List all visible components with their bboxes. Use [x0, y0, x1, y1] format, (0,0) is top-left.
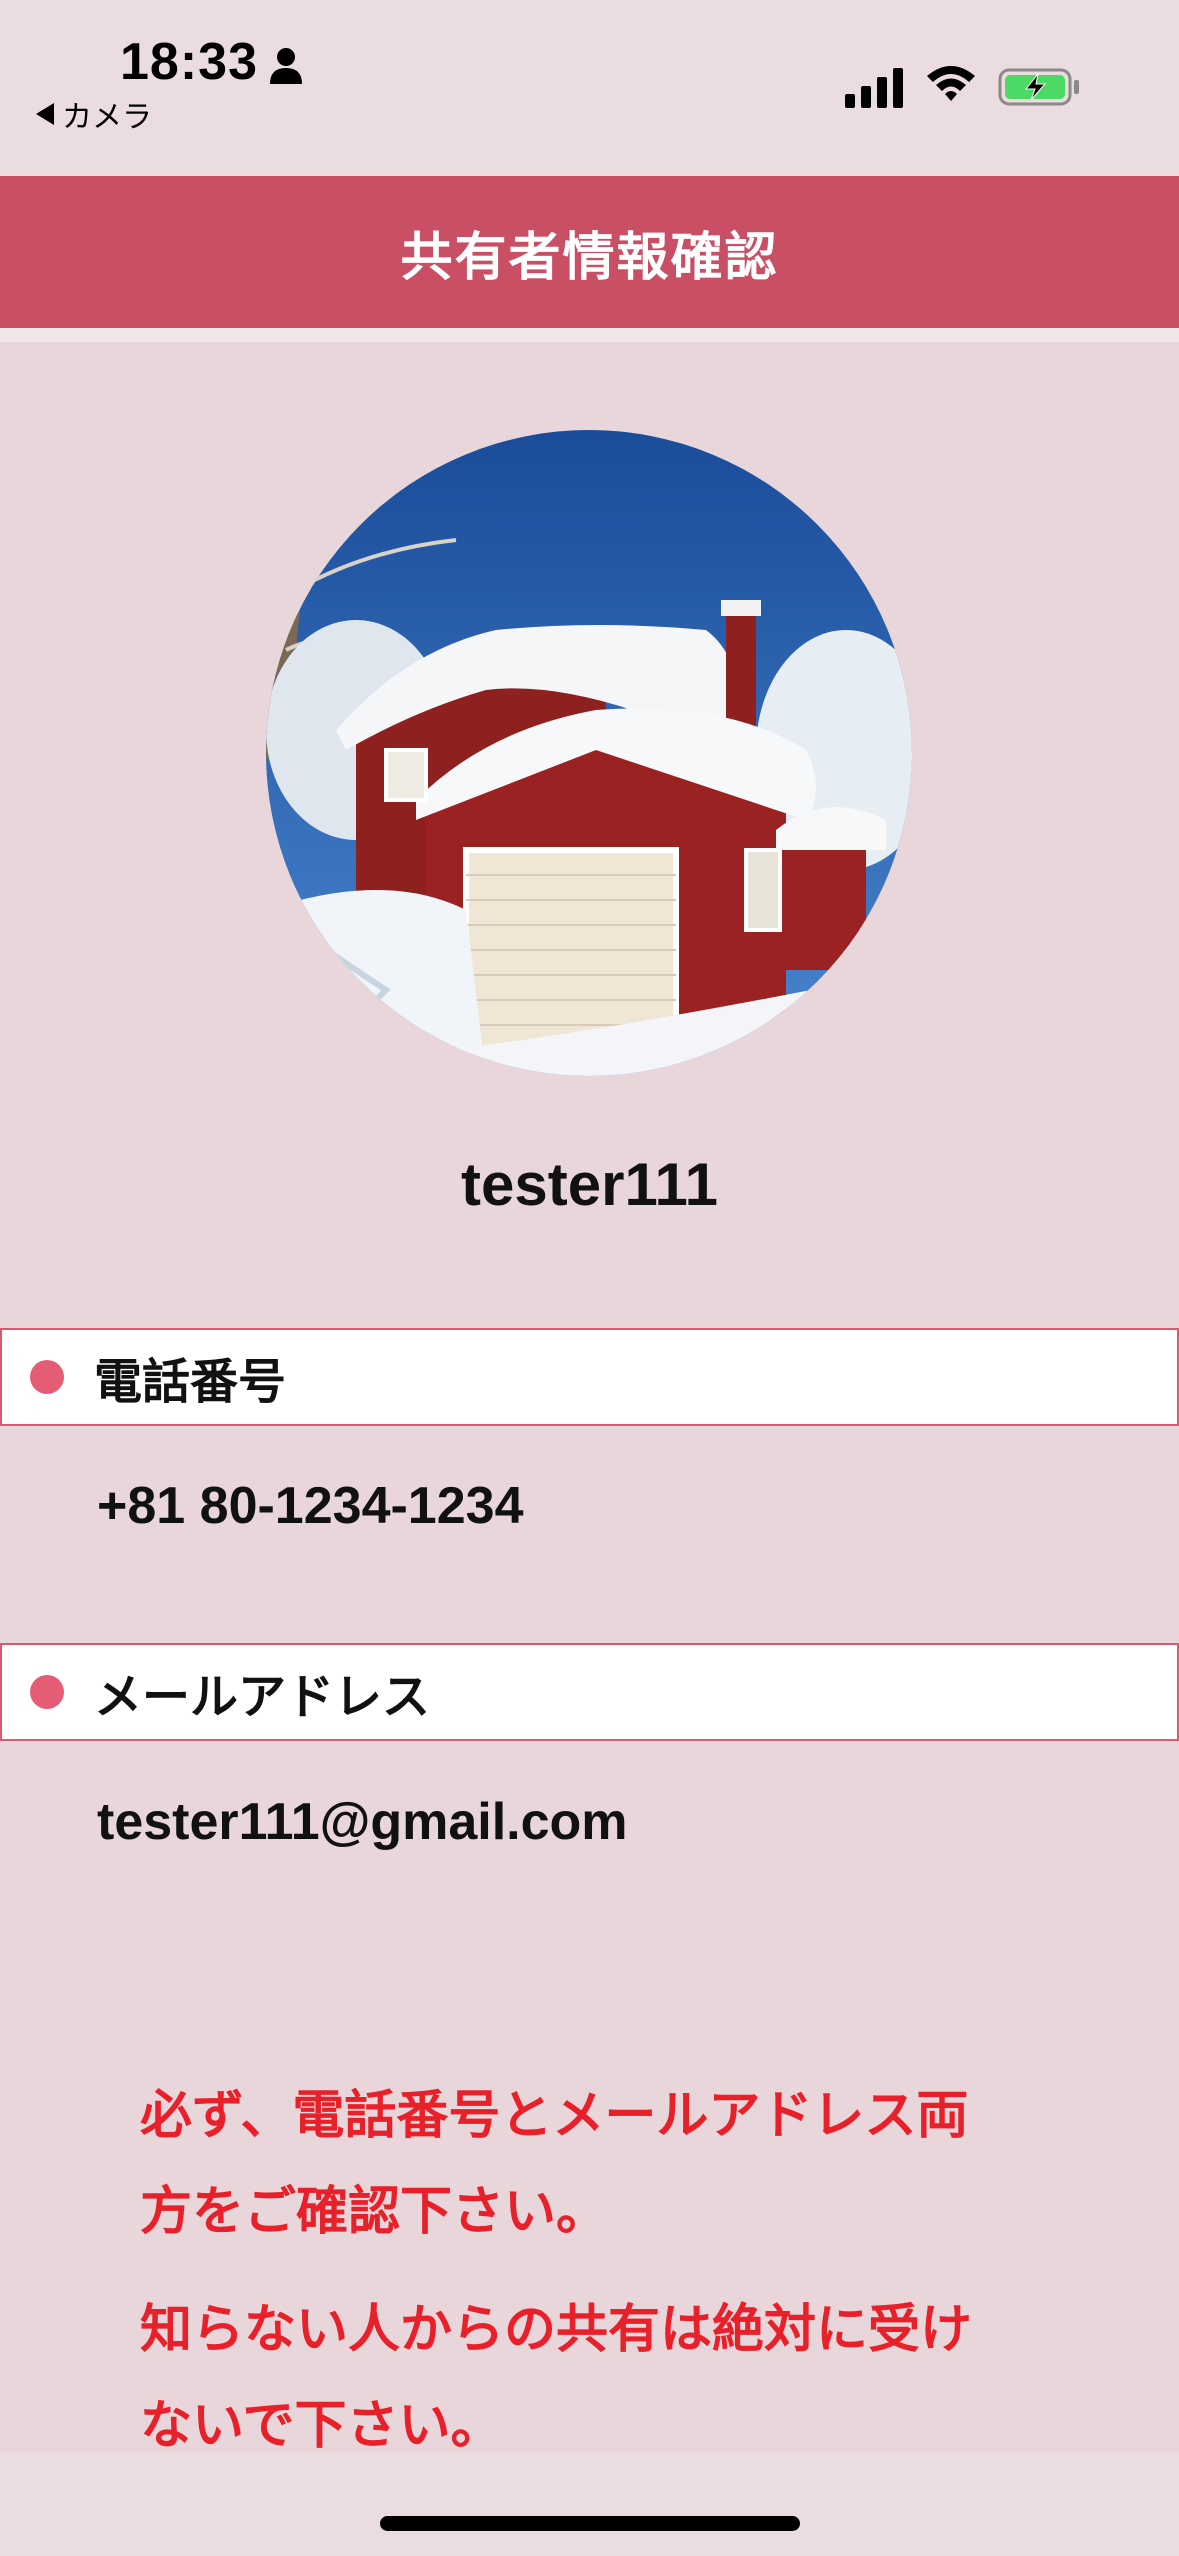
header-divider	[0, 328, 1179, 342]
warning-line: 必ず、電話番号とメールアドレス両	[140, 2086, 969, 2146]
warning-unknown-share: 知らない人からの共有は絶対に受け ないで下さい。	[140, 2282, 1080, 2474]
status-time: 18:33	[120, 33, 258, 91]
avatar-house-image	[266, 430, 912, 1076]
email-section-header: メールアドレス	[0, 1643, 1179, 1741]
signal-icon	[845, 68, 903, 108]
person-icon	[270, 48, 302, 84]
app-header: 共有者情報確認	[0, 176, 1179, 328]
avatar	[266, 430, 912, 1076]
wifi-icon	[927, 66, 975, 101]
phone-value: +81 80-1234-1234	[97, 1477, 524, 1535]
username: tester111	[461, 1151, 718, 1218]
battery-charging-icon	[998, 68, 1079, 106]
warning-line: 知らない人からの共有は絶対に受け	[140, 2300, 973, 2360]
phone-label: 電話番号	[94, 1354, 287, 1410]
phone-section-header: 電話番号	[0, 1328, 1179, 1426]
back-arrow-icon	[36, 103, 54, 125]
page-title: 共有者情報確認	[400, 227, 779, 288]
status-bar: 18:33 カメラ	[0, 0, 1179, 176]
back-to-camera-link[interactable]: カメラ	[36, 92, 152, 136]
back-label: カメラ	[62, 100, 152, 135]
bullet-icon	[30, 1360, 64, 1394]
bullet-icon	[30, 1675, 64, 1709]
bottom-safe-area	[0, 2452, 1179, 2556]
home-indicator[interactable]	[380, 2516, 800, 2531]
warning-line: 方をご確認下さい。	[140, 2182, 609, 2242]
email-value: tester111@gmail.com	[97, 1793, 628, 1851]
warning-confirm: 必ず、電話番号とメールアドレス両 方をご確認下さい。	[140, 2068, 1080, 2260]
email-label: メールアドレス	[94, 1669, 431, 1725]
